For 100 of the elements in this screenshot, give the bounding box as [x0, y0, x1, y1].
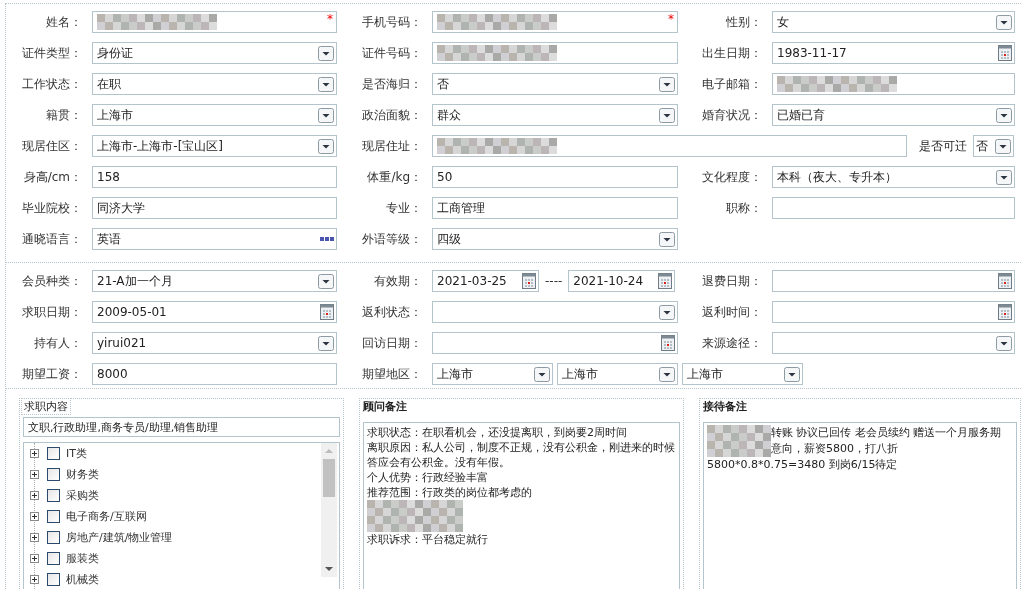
field-label: 职称： [725, 200, 763, 217]
dropdown-field[interactable]: 上海市-上海市-[宝山区] [92, 135, 337, 157]
dropdown-button[interactable] [318, 335, 334, 351]
expand-icon[interactable] [30, 512, 39, 521]
tree-item[interactable]: 财务类 [66, 467, 99, 482]
picker-field[interactable]: 英语 [92, 228, 337, 250]
dropdown-button[interactable] [659, 231, 675, 247]
dropdown-button[interactable] [996, 335, 1012, 351]
date-field[interactable]: 2021-10-24 [568, 270, 676, 292]
date-field[interactable] [432, 332, 678, 354]
calendar-icon[interactable] [661, 335, 675, 351]
dropdown-button[interactable] [996, 107, 1012, 123]
text-field[interactable] [772, 197, 1015, 219]
dropdown-button[interactable] [659, 76, 675, 92]
calendar-icon[interactable] [658, 273, 673, 289]
text-field[interactable] [432, 42, 678, 64]
date-field[interactable]: 2009-05-01 [92, 301, 337, 323]
text-field[interactable]: 同济大学 [92, 197, 337, 219]
notes-field[interactable]: 转账 协议已回传 老会员续约 赠送一个月服务期 意向，薪资5800，打八折 5800*0.8*0.75=3480 到岗6/15待定 [703, 422, 1017, 589]
checkbox[interactable] [47, 552, 60, 565]
dropdown-field[interactable]: 否 [432, 73, 678, 95]
text-field[interactable] [432, 135, 907, 157]
calendar-icon[interactable] [998, 304, 1012, 320]
dropdown-field[interactable]: 群众 [432, 104, 678, 126]
tree-item[interactable]: 采购类 [66, 488, 99, 503]
calendar-icon[interactable] [522, 273, 536, 289]
dropdown-button[interactable] [318, 107, 334, 123]
text-field[interactable]: 文职,行政助理,商务专员/助理,销售助理 [23, 417, 340, 437]
dropdown-field[interactable]: 上海市 [682, 363, 803, 385]
expand-icon[interactable] [30, 449, 39, 458]
dropdown-button[interactable] [784, 366, 800, 382]
checkbox[interactable] [47, 447, 60, 460]
expand-icon[interactable] [30, 533, 39, 542]
note-text: 转账 协议已回传 老会员续约 赠送一个月服务期 [771, 425, 1003, 440]
field-label: 是否海归： [361, 76, 423, 93]
dropdown-field[interactable]: 上海市 [557, 363, 678, 385]
dropdown-field[interactable]: 已婚已育 [772, 104, 1015, 126]
text-field[interactable]: * [92, 11, 337, 33]
tree-item[interactable]: 房地产/建筑/物业管理 [66, 530, 173, 545]
text-field[interactable]: * [432, 11, 678, 33]
text-field[interactable] [772, 73, 1015, 95]
checkbox[interactable] [47, 510, 60, 523]
checkbox[interactable] [47, 573, 60, 586]
expand-icon[interactable] [30, 575, 39, 584]
note-text: 推荐范围：行政类的岗位都考虑的 [367, 485, 533, 500]
date-field[interactable] [772, 270, 1015, 292]
dropdown-field[interactable]: 上海市 [432, 363, 553, 385]
field-label: 是否可迁 [919, 137, 968, 155]
dropdown-button[interactable] [318, 45, 334, 61]
text-field[interactable]: 8000 [92, 363, 337, 385]
text-field[interactable]: 50 [432, 166, 678, 188]
expand-icon[interactable] [30, 491, 39, 500]
dropdown-button[interactable] [996, 169, 1012, 185]
dropdown-button[interactable] [534, 366, 550, 382]
field-label: 专业： [385, 200, 423, 217]
dropdown-field[interactable] [772, 332, 1015, 354]
tree-item[interactable]: 电子商务/互联网 [66, 509, 147, 524]
dropdown-field[interactable]: 身份证 [92, 42, 337, 64]
dropdown-field[interactable]: 21-A加一个月 [92, 270, 337, 292]
dropdown-button[interactable] [659, 304, 675, 320]
tree-item[interactable]: 机械类 [66, 572, 99, 587]
dropdown-field[interactable]: 否 [973, 135, 1014, 157]
checkbox[interactable] [47, 468, 60, 481]
date-field[interactable]: 1983-11-17 [772, 42, 1015, 64]
dropdown-field[interactable]: 本科（夜大、专升本） [772, 166, 1015, 188]
dropdown-field[interactable]: yirui021 [92, 332, 337, 354]
dropdown-button[interactable] [318, 76, 334, 92]
text-field[interactable]: 158 [92, 166, 337, 188]
tree-item[interactable]: 服装类 [66, 551, 99, 566]
field-label: 政治面貌： [361, 107, 423, 124]
dropdown-field[interactable]: 上海市 [92, 104, 337, 126]
dropdown-field[interactable] [432, 301, 678, 323]
notes-field[interactable]: 求职状态：在职看机会，还没提离职，到岗要2周时间 离职原因：私人公司，制度不正规，没有公积金，刚进来的时候答应会有公积金。没有年假。 个人优势：行政经验丰富 推荐范围：行政类的岗位都考虑的 求职诉求：平台稳定就行 [363, 422, 680, 589]
dropdown-button[interactable] [659, 107, 675, 123]
date-field[interactable] [772, 301, 1015, 323]
expand-icon[interactable] [30, 470, 39, 479]
dropdown-button[interactable] [318, 138, 334, 154]
dropdown-button[interactable] [995, 138, 1011, 154]
dropdown-field[interactable]: 四级 [432, 228, 678, 250]
dropdown-field[interactable]: 女 [772, 11, 1015, 33]
calendar-icon[interactable] [998, 45, 1012, 61]
dropdown-field[interactable]: 在职 [92, 73, 337, 95]
field-label: 身高/cm： [22, 169, 83, 186]
field-label: 证件号码： [361, 45, 423, 62]
field-label: 外语等级： [361, 231, 423, 248]
more-icon[interactable] [320, 237, 334, 241]
date-field[interactable]: 2021-03-25 [432, 270, 539, 292]
expand-icon[interactable] [30, 554, 39, 563]
tree-item[interactable]: IT类 [66, 446, 87, 461]
field-label: 籍贯： [45, 107, 83, 124]
checkbox[interactable] [47, 531, 60, 544]
calendar-icon[interactable] [320, 304, 334, 320]
text-field[interactable]: 工商管理 [432, 197, 678, 219]
dropdown-button[interactable] [659, 366, 675, 382]
dropdown-button[interactable] [996, 14, 1012, 30]
calendar-icon[interactable] [998, 273, 1012, 289]
scrollbar[interactable] [321, 443, 337, 577]
dropdown-button[interactable] [318, 273, 334, 289]
checkbox[interactable] [47, 489, 60, 502]
field-label: 返利时间： [701, 304, 763, 321]
